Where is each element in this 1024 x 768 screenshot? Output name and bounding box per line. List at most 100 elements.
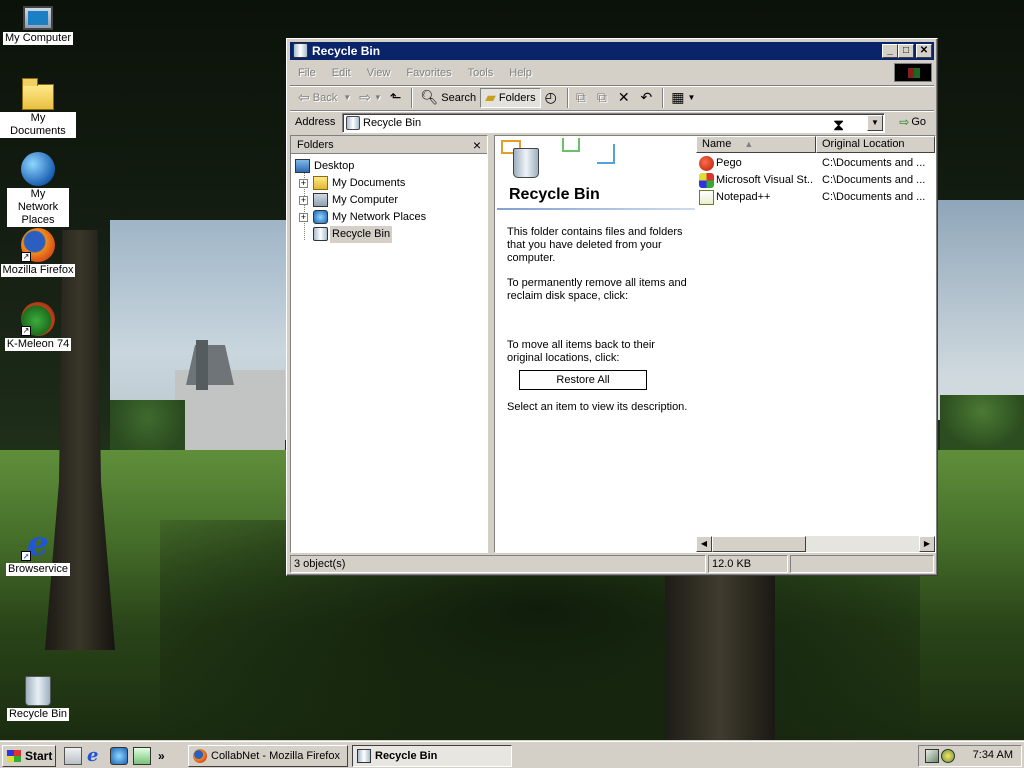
desktop-icon-recycle-bin[interactable]: Recycle Bin [0, 676, 76, 721]
toolbar-separator [662, 87, 665, 108]
desktop-icon-my-network-places[interactable]: My Network Places [0, 152, 76, 227]
sort-ascending-icon: ▲ [744, 139, 754, 149]
folders-button[interactable]: ▰ Folders [480, 87, 541, 108]
menu-help[interactable]: Help [501, 67, 540, 79]
search-button[interactable]: 🔍︎ Search [416, 88, 480, 108]
internet-explorer-icon[interactable]: e [87, 747, 105, 765]
tree-item-recycle-bin[interactable]: Recycle Bin [291, 226, 487, 243]
menu-favorites[interactable]: Favorites [398, 67, 459, 79]
system-tray: 7:34 AM [918, 745, 1022, 767]
undo-button[interactable]: ↶ [637, 88, 660, 108]
copy-to-button[interactable]: ⧉ [593, 88, 614, 108]
desktop-icon-browservice[interactable]: e ↗ Browservice [0, 527, 76, 576]
status-bar: 3 object(s) 12.0 KB [290, 555, 934, 573]
show-desktop-icon[interactable] [64, 747, 82, 765]
menu-file[interactable]: File [290, 67, 324, 79]
item-name: Pego [716, 157, 742, 169]
close-folders-pane-icon[interactable]: × [473, 136, 481, 154]
history-button[interactable]: ◴ [541, 88, 564, 108]
tray-status-icon[interactable] [941, 749, 955, 763]
firefox-icon: ↗ [21, 228, 55, 262]
taskbar-item-recycle-bin[interactable]: Recycle Bin [352, 745, 512, 767]
horizontal-scrollbar[interactable]: ◀ ▶ [696, 536, 935, 552]
tree-item-label: Recycle Bin [330, 226, 393, 243]
scroll-right-button[interactable]: ▶ [919, 536, 935, 552]
delete-button[interactable]: ✕ [614, 88, 637, 108]
tree-item-my-computer[interactable]: + My Computer [291, 192, 487, 209]
back-dropdown-icon[interactable]: ▼ [343, 93, 351, 102]
desktop-icon-k-meleon[interactable]: ↗ K-Meleon 74 [0, 302, 76, 351]
list-item[interactable]: Microsoft Visual St... C:\Documents and … [696, 172, 935, 189]
address-value: Recycle Bin [363, 117, 422, 129]
my-computer-icon [23, 6, 53, 30]
desktop-icon-my-documents[interactable]: My Documents [0, 78, 76, 138]
folder-icon [313, 176, 328, 190]
back-button[interactable]: ⇦ Back ▼ [294, 88, 355, 108]
address-input[interactable]: Recycle Bin ⧗ ▼ [342, 113, 885, 134]
minimize-button[interactable]: _ [882, 44, 898, 58]
k-meleon-icon: ↗ [21, 302, 55, 336]
recycle-bin-icon [357, 749, 371, 763]
list-item[interactable]: Pego C:\Documents and ... [696, 155, 935, 172]
close-button[interactable]: ✕ [916, 44, 932, 58]
info-panel-title: Recycle Bin [509, 186, 600, 203]
views-dropdown-icon[interactable]: ▼ [688, 93, 696, 102]
desktop-icon-mozilla-firefox[interactable]: ↗ Mozilla Firefox [0, 228, 76, 277]
taskbar-item-label: CollabNet - Mozilla Firefox [211, 750, 340, 762]
internet-explorer-icon: e ↗ [21, 524, 49, 564]
menu-view[interactable]: View [359, 67, 399, 79]
address-dropdown-button[interactable]: ▼ [867, 115, 883, 131]
item-original-location: C:\Documents and ... [822, 157, 926, 169]
tree-item-my-documents[interactable]: + My Documents [291, 175, 487, 192]
scroll-left-button[interactable]: ◀ [696, 536, 712, 552]
tree-item-my-network-places[interactable]: + My Network Places [291, 209, 487, 226]
menu-tools[interactable]: Tools [460, 67, 502, 79]
info-restore-instructions: To move all items back to their original… [507, 339, 655, 364]
column-header-original-location[interactable]: Original Location [816, 136, 935, 153]
window-title: Recycle Bin [312, 44, 381, 58]
network-icon[interactable] [110, 747, 128, 765]
taskbar-item-firefox[interactable]: CollabNet - Mozilla Firefox [188, 745, 348, 767]
clock[interactable]: 7:34 AM [973, 749, 1013, 761]
windows-flag-icon [7, 750, 21, 762]
forward-button[interactable]: ⇨ ▼ [355, 88, 386, 108]
recycle-bin-icon [293, 43, 308, 58]
start-button[interactable]: Start [2, 745, 56, 767]
expand-icon[interactable]: + [299, 213, 308, 222]
decorative-square [562, 138, 580, 152]
go-button[interactable]: ⇨ Go [899, 115, 926, 129]
menu-edit[interactable]: Edit [324, 67, 359, 79]
column-header-name[interactable]: Name ▲ [696, 136, 816, 153]
channel-icon[interactable] [133, 747, 151, 765]
quick-launch-more-icon[interactable]: » [158, 749, 165, 763]
status-zone [790, 555, 934, 573]
desktop-icon-label: Recycle Bin [6, 708, 70, 721]
desktop-icon-my-computer[interactable]: My Computer [0, 2, 76, 45]
network-connection-icon[interactable] [925, 749, 939, 763]
restore-all-button[interactable]: Restore All [519, 370, 647, 390]
move-to-button[interactable]: ⧉ [572, 88, 593, 108]
window-titlebar[interactable]: Recycle Bin _ □ ✕ [290, 42, 934, 60]
folder-content: Recycle Bin This folder contains files a… [494, 135, 936, 553]
info-divider [497, 208, 695, 210]
search-label: Search [441, 91, 477, 104]
views-button[interactable]: ▦ ▼ [667, 88, 699, 108]
list-item[interactable]: Notepad++ C:\Documents and ... [696, 189, 935, 206]
maximize-button[interactable]: □ [898, 44, 914, 58]
start-label: Start [25, 749, 53, 763]
expand-icon[interactable]: + [299, 179, 308, 188]
my-network-places-icon [313, 210, 328, 224]
desktop-icon-label: K-Meleon 74 [4, 338, 72, 351]
history-icon: ◴ [544, 89, 557, 105]
recycle-bin-window: Recycle Bin _ □ ✕ File Edit View Favorit… [286, 38, 938, 576]
forward-dropdown-icon[interactable]: ▼ [374, 93, 382, 102]
scrollbar-thumb[interactable] [712, 536, 806, 552]
expand-icon[interactable]: + [299, 196, 308, 205]
undo-icon: ↶ [640, 89, 653, 105]
folders-pane: Folders × Desktop + My Documents + My Co… [290, 135, 488, 553]
tree-item-label: Desktop [314, 160, 355, 172]
up-folder-button[interactable]: ⬑ [386, 88, 409, 108]
views-icon: ▦ [671, 89, 685, 105]
column-header-label: Name [702, 138, 732, 150]
tree-item-desktop[interactable]: Desktop [291, 158, 487, 175]
